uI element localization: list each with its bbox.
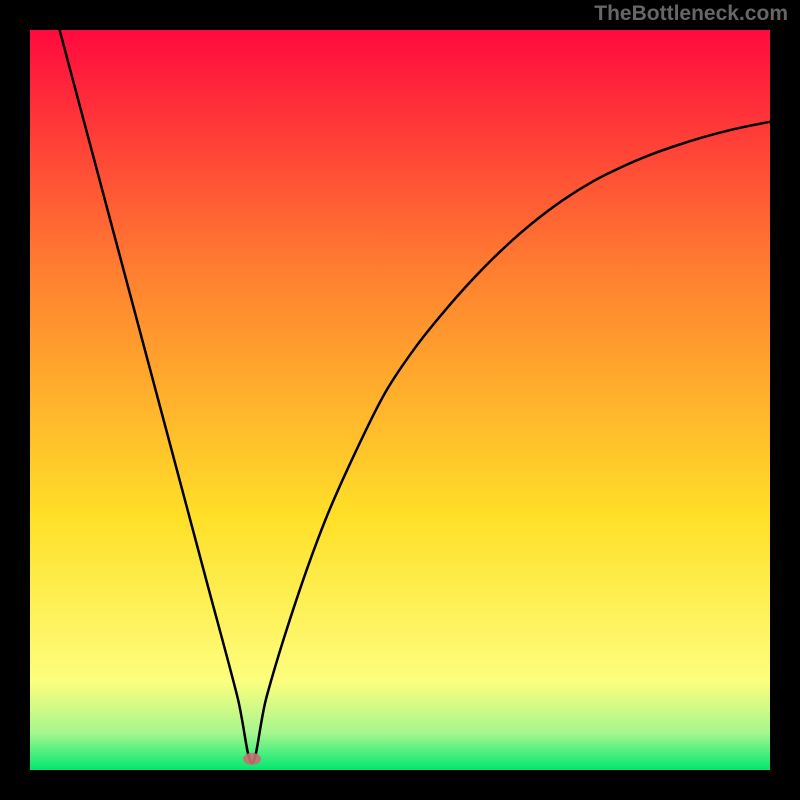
watermark-text: TheBottleneck.com [594, 2, 788, 26]
optimal-point-marker [243, 753, 261, 765]
chart-svg [0, 0, 800, 800]
chart-container: TheBottleneck.com [0, 0, 800, 800]
plot-area [30, 30, 770, 770]
